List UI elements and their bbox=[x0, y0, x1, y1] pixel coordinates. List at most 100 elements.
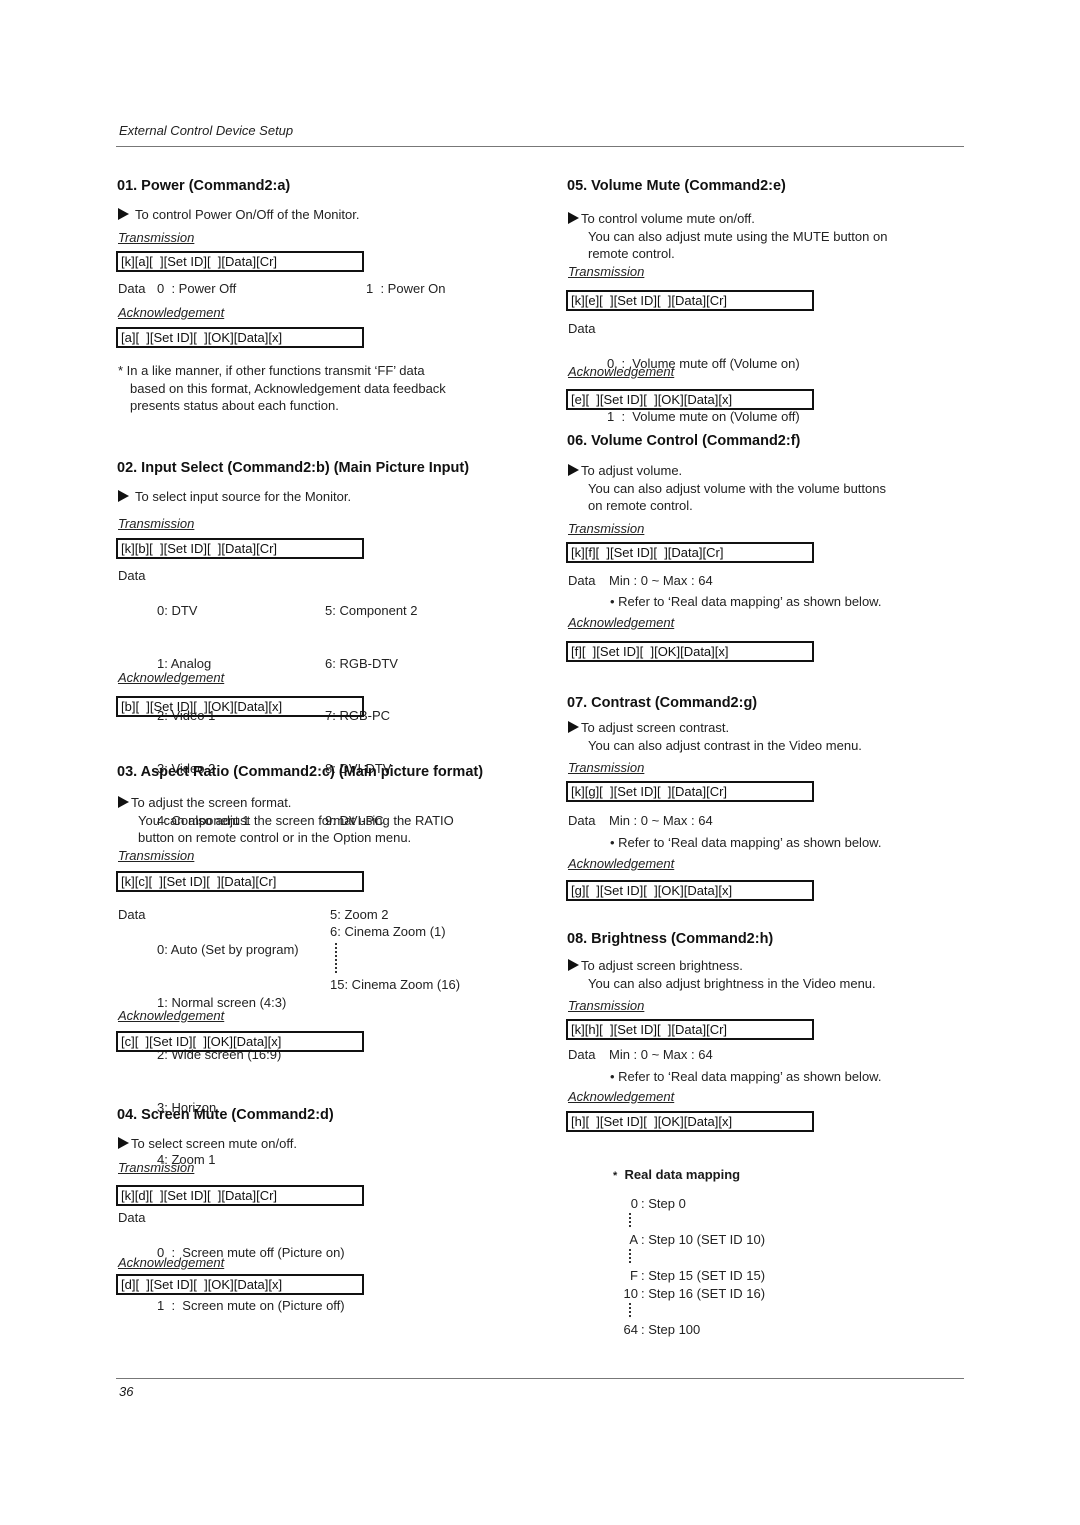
transmission-label: Transmission bbox=[118, 848, 195, 863]
data-value: 1 : Power On bbox=[366, 281, 446, 296]
vertical-ellipsis bbox=[629, 1213, 631, 1227]
acknowledgement-format-box: [g][ ][Set ID][ ][OK][Data][x] bbox=[566, 880, 814, 901]
transmission-format-box: [k][b][ ][Set ID][ ][Data][Cr] bbox=[116, 538, 364, 559]
transmission-label: Transmission bbox=[568, 760, 645, 775]
acknowledgement-label: Acknowledgement bbox=[568, 615, 675, 630]
play-triangle-icon bbox=[568, 959, 579, 971]
bullet-icon: • bbox=[610, 1069, 619, 1084]
data-options: 0 : Volume mute off (Volume on) 1 : Volu… bbox=[607, 356, 800, 424]
mapping-key: F bbox=[630, 1268, 638, 1283]
section-title-contrast: 07. Contrast (Command2:g) bbox=[567, 695, 758, 711]
power-note: * In a like manner, if other functions t… bbox=[118, 363, 446, 413]
page-number: 36 bbox=[119, 1384, 134, 1399]
data-label: Data bbox=[568, 813, 596, 828]
header-rule bbox=[116, 146, 964, 147]
bullet-icon: • bbox=[610, 594, 619, 609]
acknowledgement-label: Acknowledgement bbox=[568, 364, 675, 379]
acknowledgement-format-box: [c][ ][Set ID][ ][OK][Data][x] bbox=[116, 1031, 364, 1052]
transmission-label: Transmission bbox=[118, 230, 195, 245]
play-triangle-icon bbox=[118, 796, 129, 808]
play-triangle-icon bbox=[568, 721, 579, 733]
transmission-format-box: [k][h][ ][Set ID][ ][Data][Cr] bbox=[566, 1019, 814, 1040]
acknowledgement-format-box: [h][ ][Set ID][ ][OK][Data][x] bbox=[566, 1111, 814, 1132]
asterisk-icon: * bbox=[613, 1170, 618, 1182]
transmission-label: Transmission bbox=[118, 516, 195, 531]
section-title-brightness: 08. Brightness (Command2:h) bbox=[567, 931, 774, 947]
section-title-aspect-ratio: 03. Aspect Ratio (Command2:c) (Main pict… bbox=[117, 764, 484, 780]
section-title-power: 01. Power (Command2:a) bbox=[117, 178, 291, 194]
acknowledgement-label: Acknowledgement bbox=[118, 1255, 225, 1270]
mapping-value: : Step 0 bbox=[641, 1196, 686, 1211]
data-option: 15: Cinema Zoom (16) bbox=[330, 977, 461, 992]
transmission-format-box: [k][g][ ][Set ID][ ][Data][Cr] bbox=[566, 781, 814, 802]
mapping-value: : Step 16 (SET ID 16) bbox=[641, 1286, 766, 1301]
acknowledgement-format-box: [b][ ][Set ID][ ][OK][Data][x] bbox=[116, 696, 364, 717]
data-note: • Refer to ‘Real data mapping’ as shown … bbox=[610, 1069, 882, 1084]
transmission-label: Transmission bbox=[568, 998, 645, 1013]
volume-mute-description: To control volume mute on/off. You can a… bbox=[568, 210, 887, 263]
volume-control-description: To adjust volume. You can also adjust vo… bbox=[568, 462, 886, 515]
acknowledgement-label: Acknowledgement bbox=[118, 305, 225, 320]
acknowledgement-label: Acknowledgement bbox=[118, 670, 225, 685]
data-options: 0 : Screen mute off (Picture on) 1 : Scr… bbox=[157, 1245, 345, 1313]
data-label: Data bbox=[568, 573, 596, 588]
data-range: Min : 0 ~ Max : 64 bbox=[609, 1047, 713, 1062]
play-triangle-icon bbox=[118, 490, 129, 502]
section-title-volume-mute: 05. Volume Mute (Command2:e) bbox=[567, 178, 786, 194]
acknowledgement-label: Acknowledgement bbox=[118, 1008, 225, 1023]
vertical-ellipsis bbox=[629, 1303, 631, 1317]
running-head: External Control Device Setup bbox=[119, 123, 294, 138]
transmission-label: Transmission bbox=[568, 521, 645, 536]
data-label: Data bbox=[118, 907, 146, 922]
data-option: 5: Zoom 2 bbox=[330, 907, 389, 922]
acknowledgement-label: Acknowledgement bbox=[568, 1089, 675, 1104]
input-select-description: To select input source for the Monitor. bbox=[118, 488, 351, 506]
aspect-ratio-description: To adjust the screen format. You can als… bbox=[118, 794, 454, 847]
data-note: • Refer to ‘Real data mapping’ as shown … bbox=[610, 594, 882, 609]
transmission-format-box: [k][a][ ][Set ID][ ][Data][Cr] bbox=[116, 251, 364, 272]
power-description: To control Power On/Off of the Monitor. bbox=[118, 206, 359, 224]
footer-rule bbox=[116, 1378, 964, 1379]
transmission-format-box: [k][d][ ][Set ID][ ][Data][Cr] bbox=[116, 1185, 364, 1206]
mapping-key: 0 bbox=[630, 1196, 638, 1211]
screen-mute-description: To select screen mute on/off. bbox=[118, 1135, 297, 1153]
play-triangle-icon bbox=[568, 464, 579, 476]
mapping-key: A bbox=[629, 1232, 638, 1247]
mapping-key: 64 bbox=[623, 1322, 638, 1337]
acknowledgement-format-box: [a][ ][Set ID][ ][OK][Data][x] bbox=[116, 327, 364, 348]
play-triangle-icon bbox=[568, 212, 579, 224]
contrast-description: To adjust screen contrast. You can also … bbox=[568, 719, 862, 754]
play-triangle-icon bbox=[118, 1137, 129, 1149]
data-option: 6: Cinema Zoom (1) bbox=[330, 924, 446, 939]
acknowledgement-format-box: [e][ ][Set ID][ ][OK][Data][x] bbox=[566, 389, 814, 410]
transmission-label: Transmission bbox=[568, 264, 645, 279]
transmission-format-box: [k][e][ ][Set ID][ ][Data][Cr] bbox=[566, 290, 814, 311]
acknowledgement-format-box: [f][ ][Set ID][ ][OK][Data][x] bbox=[566, 641, 814, 662]
transmission-format-box: [k][c][ ][Set ID][ ][Data][Cr] bbox=[116, 871, 364, 892]
data-range: Min : 0 ~ Max : 64 bbox=[609, 813, 713, 828]
data-label: Data bbox=[568, 1047, 596, 1062]
section-title-input-select: 02. Input Select (Command2:b) (Main Pict… bbox=[117, 460, 470, 476]
section-title-volume-control: 06. Volume Control (Command2:f) bbox=[567, 433, 801, 449]
data-label: Data bbox=[118, 1210, 146, 1225]
section-title-screen-mute: 04. Screen Mute (Command2:d) bbox=[117, 1107, 334, 1123]
brightness-description: To adjust screen brightness. You can als… bbox=[568, 957, 876, 992]
transmission-label: Transmission bbox=[118, 1160, 195, 1175]
acknowledgement-label: Acknowledgement bbox=[568, 856, 675, 871]
vertical-ellipsis bbox=[335, 943, 337, 973]
vertical-ellipsis bbox=[629, 1249, 631, 1263]
data-label: Data bbox=[118, 568, 146, 583]
mapping-value: : Step 100 bbox=[641, 1322, 701, 1337]
data-label: Data bbox=[568, 321, 596, 336]
acknowledgement-format-box: [d][ ][Set ID][ ][OK][Data][x] bbox=[116, 1274, 364, 1295]
mapping-title: * Real data mapping bbox=[613, 1167, 741, 1182]
data-label: Data bbox=[118, 281, 146, 296]
mapping-key: 10 bbox=[623, 1286, 638, 1301]
play-triangle-icon bbox=[118, 208, 129, 220]
bullet-icon: • bbox=[610, 835, 619, 850]
mapping-value: : Step 15 (SET ID 15) bbox=[641, 1268, 766, 1283]
data-range: Min : 0 ~ Max : 64 bbox=[609, 573, 713, 588]
data-value: 0 : Power Off bbox=[157, 281, 237, 296]
mapping-value: : Step 10 (SET ID 10) bbox=[641, 1232, 766, 1247]
data-note: • Refer to ‘Real data mapping’ as shown … bbox=[610, 835, 882, 850]
